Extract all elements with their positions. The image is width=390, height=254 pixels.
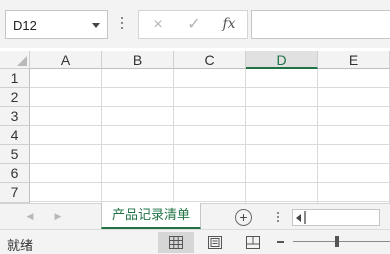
column-header-c[interactable]: C	[174, 51, 246, 69]
formula-input[interactable]	[251, 10, 390, 39]
row-header-1[interactable]: 1	[0, 69, 30, 88]
zoom-out-icon[interactable]	[277, 241, 284, 243]
insert-function-icon[interactable]: fx	[214, 11, 244, 38]
sheet-tab-bar: ◀ ▶ 产品记录清单 +	[0, 203, 390, 229]
sheet-tab-active[interactable]: 产品记录清单	[101, 203, 201, 229]
zoom-knob[interactable]	[335, 236, 339, 247]
chevron-down-icon[interactable]	[92, 23, 100, 28]
formula-buttons: × ✓ fx	[138, 10, 248, 39]
add-sheet-icon[interactable]: +	[235, 209, 252, 226]
drag-handle-icon[interactable]	[277, 212, 280, 224]
row-header-5[interactable]: 5	[0, 145, 30, 164]
normal-view-button[interactable]	[158, 232, 194, 253]
row-header-6[interactable]: 6	[0, 164, 30, 183]
select-all-button[interactable]	[0, 51, 30, 69]
page-layout-icon	[208, 236, 222, 249]
status-bar: 就绪	[0, 229, 390, 254]
zoom-track[interactable]	[293, 241, 390, 242]
scroll-thumb[interactable]	[304, 211, 306, 224]
column-header-b[interactable]: B	[102, 51, 174, 69]
row-header-2[interactable]: 2	[0, 88, 30, 107]
name-box-value: D12	[13, 18, 37, 33]
column-header-e[interactable]: E	[318, 51, 390, 69]
status-ready-text: 就绪	[7, 238, 34, 253]
row-header-3[interactable]: 3	[0, 107, 30, 126]
column-header-a[interactable]: A	[30, 51, 102, 69]
drag-handle-icon[interactable]	[121, 17, 124, 31]
cancel-icon[interactable]: ×	[143, 11, 173, 38]
spreadsheet-grid: A B C D E 1 2 3 4 5 6 7	[0, 51, 390, 203]
grid-view-icon	[169, 236, 183, 249]
prev-sheet-icon[interactable]: ◀	[25, 209, 35, 223]
scroll-left-icon[interactable]	[296, 214, 301, 222]
page-layout-view-button[interactable]	[197, 232, 233, 253]
cell-area[interactable]	[30, 69, 390, 203]
column-header-d[interactable]: D	[246, 51, 318, 69]
page-break-view-button[interactable]	[235, 232, 271, 253]
page-break-icon	[246, 236, 260, 249]
horizontal-scrollbar[interactable]	[292, 209, 380, 226]
row-header-4[interactable]: 4	[0, 126, 30, 145]
name-box[interactable]: D12	[5, 10, 108, 39]
row-header-7[interactable]: 7	[0, 183, 30, 203]
enter-icon[interactable]: ✓	[179, 11, 209, 38]
zoom-slider[interactable]	[277, 236, 390, 247]
next-sheet-icon[interactable]: ▶	[53, 209, 63, 223]
formula-bar: D12 × ✓ fx	[0, 0, 390, 48]
